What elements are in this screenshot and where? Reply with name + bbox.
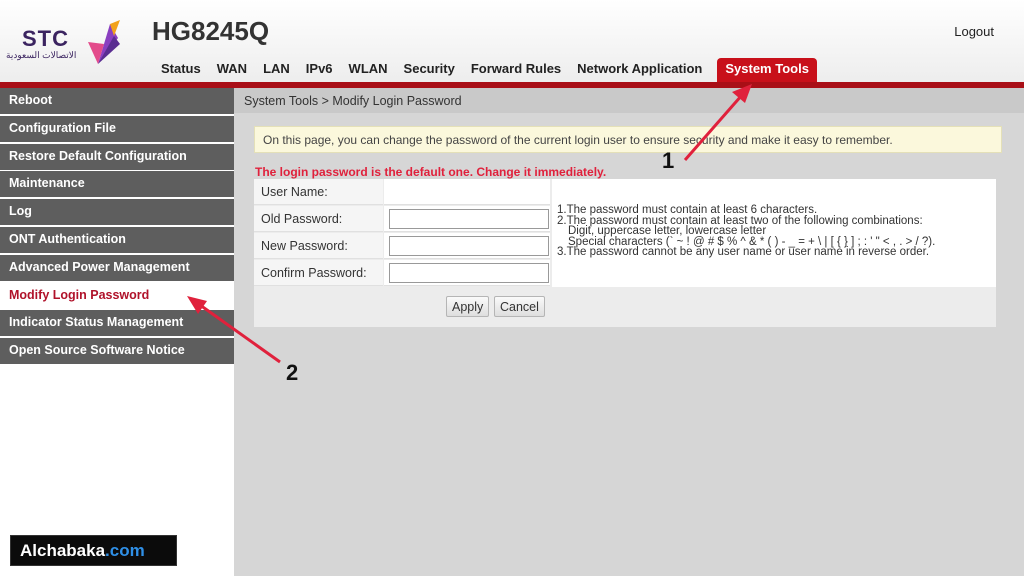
user-name-value — [384, 179, 550, 205]
old-password-cell — [384, 206, 550, 232]
sidebar-item-reboot[interactable]: Reboot — [0, 88, 234, 114]
sidebar-item-restore-default[interactable]: Restore Default Configuration — [0, 143, 234, 170]
old-password-input[interactable] — [389, 209, 549, 229]
tab-wlan[interactable]: WLAN — [341, 58, 396, 82]
password-rules: 1.The password must contain at least 6 c… — [552, 179, 996, 287]
device-model: HG8245Q — [152, 16, 270, 46]
sidebar-item-ont-authentication[interactable]: ONT Authentication — [0, 226, 234, 253]
callout-1: 1 — [662, 148, 675, 173]
breadcrumb: System Tools > Modify Login Password — [234, 88, 1024, 113]
stc-logo: STC الاتصالات السعودية — [0, 0, 140, 88]
sidebar-item-configuration-file[interactable]: Configuration File — [0, 115, 234, 142]
watermark-suffix: .com — [105, 541, 145, 560]
main-nav: Status WAN LAN IPv6 WLAN Security Forwar… — [153, 58, 817, 82]
sidebar-item-modify-login-password[interactable]: Modify Login Password — [0, 282, 234, 309]
rule-2-detail-a: Digit, uppercase letter, lowercase lette… — [568, 225, 767, 237]
user-name-row: User Name: — [254, 179, 550, 205]
old-password-label: Old Password: — [254, 206, 383, 232]
apply-button[interactable]: Apply — [446, 296, 490, 317]
header: STC الاتصالات السعودية HG8245Q Logout St… — [0, 0, 1024, 88]
user-name-label: User Name: — [254, 179, 383, 205]
confirm-password-label: Confirm Password: — [254, 260, 383, 286]
info-message: On this page, you can change the passwor… — [254, 126, 1002, 153]
button-row: Apply Cancel — [254, 289, 996, 327]
sidebar-item-open-source-notice[interactable]: Open Source Software Notice — [0, 338, 234, 365]
new-password-label: New Password: — [254, 233, 383, 259]
warning-message: The login password is the default one. C… — [255, 165, 607, 179]
confirm-password-input[interactable] — [389, 263, 549, 283]
new-password-cell — [384, 233, 550, 259]
logout-link[interactable]: Logout — [954, 24, 994, 39]
tab-forward-rules[interactable]: Forward Rules — [463, 58, 569, 82]
confirm-password-row: Confirm Password: — [254, 260, 550, 286]
sidebar: Reboot Configuration File Restore Defaul… — [0, 88, 234, 576]
callout-2: 2 — [286, 360, 299, 385]
tab-network-application[interactable]: Network Application — [569, 58, 710, 82]
tab-system-tools[interactable]: System Tools — [717, 58, 817, 82]
tab-lan[interactable]: LAN — [255, 58, 298, 82]
tab-wan[interactable]: WAN — [209, 58, 255, 82]
logo-arabic-text: الاتصالات السعودية — [6, 50, 77, 60]
sidebar-item-advanced-power[interactable]: Advanced Power Management — [0, 254, 234, 281]
watermark: Alchabaka.com — [10, 535, 177, 566]
stc-logo-mark-icon — [88, 20, 120, 64]
sidebar-item-log[interactable]: Log — [0, 199, 234, 226]
main-content: System Tools > Modify Login Password On … — [234, 88, 1024, 576]
tab-security[interactable]: Security — [396, 58, 463, 82]
old-password-row: Old Password: — [254, 206, 550, 232]
new-password-input[interactable] — [389, 236, 549, 256]
sidebar-item-maintenance[interactable]: Maintenance — [0, 171, 234, 198]
tab-status[interactable]: Status — [153, 58, 209, 82]
new-password-row: New Password: — [254, 233, 550, 259]
confirm-password-cell — [384, 260, 550, 286]
tab-ipv6[interactable]: IPv6 — [298, 58, 341, 82]
rule-1: 1.The password must contain at least 6 c… — [557, 204, 818, 216]
rule-3: 3.The password cannot be any user name o… — [557, 246, 930, 258]
logo-text: STC — [22, 26, 69, 51]
password-form: User Name: Old Password: New Password: C… — [254, 179, 996, 327]
cancel-button[interactable]: Cancel — [494, 296, 545, 317]
sidebar-item-indicator-status[interactable]: Indicator Status Management — [0, 310, 234, 337]
watermark-name: Alchabaka — [20, 541, 106, 560]
